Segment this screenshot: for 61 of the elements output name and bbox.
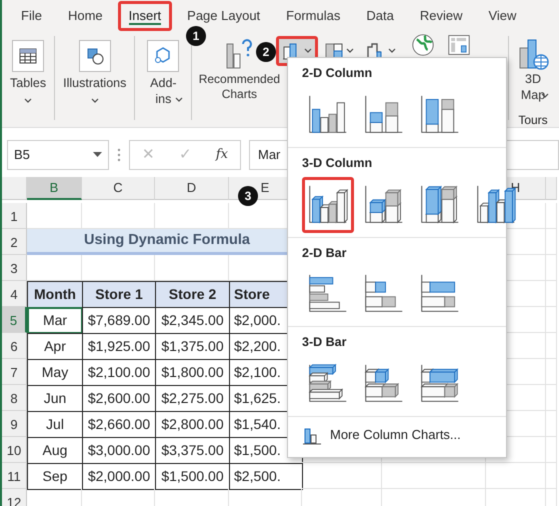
ribbon-button[interactable]: Tables	[6, 40, 50, 104]
row-header[interactable]: 8	[2, 385, 27, 411]
empty-cell	[546, 229, 557, 255]
row-header[interactable]: 2	[2, 229, 27, 255]
column-header[interactable]: C	[82, 177, 155, 200]
column-heading: Store 1	[82, 281, 156, 308]
section-title: 3-D Column	[302, 154, 374, 172]
table-cell: Apr	[27, 333, 83, 360]
row-header[interactable]: 9	[2, 411, 27, 437]
ribbon-tab[interactable]: Insert	[118, 1, 172, 31]
row-header[interactable]: 7	[2, 359, 27, 385]
ribbon-tab[interactable]: Data	[355, 1, 405, 31]
column-header[interactable]: D	[155, 177, 229, 200]
step-marker: 3	[238, 186, 258, 206]
formula-button[interactable]: fx	[212, 145, 232, 165]
column-heading: Month	[27, 281, 83, 308]
ribbon-button[interactable]: Add-ins	[139, 40, 188, 110]
empty-cell	[546, 463, 557, 489]
empty-cell	[486, 463, 546, 489]
table-cell: Mar	[27, 307, 83, 334]
group-label: Tours	[518, 112, 548, 130]
table-cell: Sep	[27, 463, 83, 490]
section-title: 2-D Column	[302, 65, 374, 82]
column-header[interactable]: B	[27, 177, 82, 200]
table-cell: $2,500.	[229, 463, 303, 490]
row-header[interactable]: 3	[2, 255, 27, 281]
column-heading: Store 2	[155, 281, 230, 308]
caret-icon	[90, 98, 99, 104]
caret-icon	[346, 48, 354, 54]
row-header[interactable]: 1	[2, 203, 27, 229]
dropdown-icon	[93, 152, 102, 158]
ribbon-tab[interactable]: Formulas	[275, 1, 352, 31]
empty-cell	[546, 203, 557, 229]
grip-icon	[117, 148, 121, 162]
caret-icon	[175, 97, 184, 104]
row-header[interactable]: 5	[2, 307, 27, 333]
ribbon-button[interactable]: Illustrations	[59, 40, 130, 104]
pivot-chart-icon	[448, 34, 470, 56]
ribbon-tab[interactable]: File	[10, 1, 53, 31]
row-header[interactable]: 6	[2, 333, 27, 359]
row-header[interactable]: 11	[2, 463, 27, 489]
caret-icon	[388, 48, 396, 54]
empty-cell	[546, 255, 557, 281]
ribbon-tab[interactable]: Home	[56, 1, 114, 31]
name-box[interactable]: B5	[7, 140, 109, 170]
ribbon-tab[interactable]: View	[477, 1, 528, 31]
caret-icon	[304, 48, 312, 54]
ribbon-tab[interactable]: Review	[408, 1, 474, 31]
row-header[interactable]: 10	[2, 437, 27, 463]
empty-cell	[546, 359, 557, 385]
section-title: 3-D Bar	[302, 334, 348, 352]
ribbon-button[interactable]: 3D Map	[513, 36, 553, 106]
chart-type-option[interactable]	[302, 176, 354, 232]
caret-icon	[24, 98, 32, 104]
empty-cell	[546, 307, 557, 333]
empty-cell	[546, 437, 557, 463]
empty-cell	[546, 333, 557, 359]
empty-cell	[546, 281, 557, 307]
empty-cell	[546, 385, 557, 411]
row-header[interactable]: 4	[2, 281, 27, 307]
empty-cell	[546, 411, 557, 437]
